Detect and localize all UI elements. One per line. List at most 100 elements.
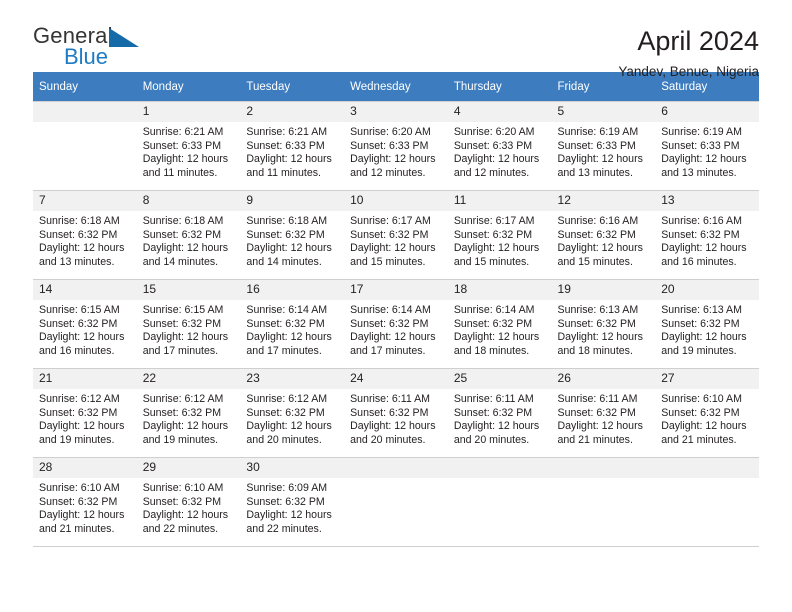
day-info: Sunrise: 6:16 AM Sunset: 6:32 PM Daylight:… [655, 211, 759, 269]
daylight-text-line1: Daylight: 12 hours [453, 153, 540, 166]
general-blue-logo[interactable]: General Blue [33, 25, 153, 71]
sunrise-text: Sunrise: 6:18 AM [246, 215, 328, 227]
calendar-day-cell[interactable]: 9 Sunrise: 6:18 AM Sunset: 6:32 PM Daylight… [240, 190, 345, 280]
daylight-text-line2: and 17 minutes. [350, 344, 426, 357]
daylight-text-line2: and 20 minutes. [350, 433, 426, 446]
day-number: 2 [240, 102, 345, 122]
calendar-day-cell[interactable]: 26 Sunrise: 6:11 AM Sunset: 6:32 PM Dayligh… [551, 368, 656, 458]
daylight-text-line2: and 13 minutes. [557, 166, 633, 179]
sunset-text: Sunset: 6:32 PM [142, 228, 222, 241]
sunset-text: Sunset: 6:32 PM [557, 317, 636, 330]
day-number: 17 [344, 280, 448, 300]
day-info: Sunrise: 6:21 AM Sunset: 6:33 PM Daylight:… [137, 122, 241, 180]
sunset-text: Sunset: 6:33 PM [661, 139, 740, 152]
day-info: Sunrise: 6:13 AM Sunset: 6:32 PM Daylight:… [552, 300, 656, 358]
daylight-text-line1: Daylight: 12 hours [246, 242, 332, 255]
sunrise-text: Sunrise: 6:18 AM [142, 215, 224, 227]
day-number: 28 [33, 458, 137, 478]
calendar-day-cell[interactable]: 8 Sunrise: 6:18 AM Sunset: 6:32 PM Daylight… [136, 190, 241, 280]
calendar-day-cell[interactable]: 28 Sunrise: 6:10 AM Sunset: 6:32 PM Dayligh… [33, 457, 137, 546]
day-info: Sunrise: 6:17 AM Sunset: 6:32 PM Daylight:… [344, 211, 448, 269]
calendar-day-cell[interactable]: 10 Sunrise: 6:17 AM Sunset: 6:32 PM Dayligh… [344, 190, 448, 280]
day-info: Sunrise: 6:11 AM Sunset: 6:32 PM Daylight:… [448, 389, 552, 447]
calendar-day-cell[interactable]: 17 Sunrise: 6:14 AM Sunset: 6:32 PM Dayligh… [344, 279, 448, 369]
sunrise-text: Sunrise: 6:11 AM [350, 393, 430, 405]
sunset-text: Sunset: 6:32 PM [453, 406, 533, 419]
calendar-day-cell[interactable]: 19 Sunrise: 6:13 AM Sunset: 6:32 PM Dayligh… [551, 279, 656, 369]
calendar-day-cell[interactable]: 11 Sunrise: 6:17 AM Sunset: 6:32 PM Dayligh… [447, 190, 552, 280]
sunrise-text: Sunrise: 6:16 AM [557, 215, 639, 227]
calendar-day-cell[interactable]: 23 Sunrise: 6:12 AM Sunset: 6:32 PM Dayligh… [240, 368, 345, 458]
sunrise-text: Sunrise: 6:13 AM [661, 304, 742, 316]
calendar-day-cell[interactable]: 20 Sunrise: 6:13 AM Sunset: 6:32 PM Dayligh… [655, 279, 759, 369]
daylight-text-line2: and 12 minutes. [350, 166, 426, 179]
daylight-text-line1: Daylight: 12 hours [453, 420, 540, 433]
calendar-day-cell[interactable]: 18 Sunrise: 6:14 AM Sunset: 6:32 PM Dayligh… [447, 279, 552, 369]
calendar-day-cell[interactable]: 25 Sunrise: 6:11 AM Sunset: 6:32 PM Dayligh… [447, 368, 552, 458]
sunrise-text: Sunrise: 6:20 AM [453, 126, 535, 138]
calendar-day-cell[interactable]: 29 Sunrise: 6:10 AM Sunset: 6:32 PM Dayligh… [136, 457, 241, 546]
day-number: 18 [447, 280, 552, 300]
sunrise-text: Sunrise: 6:13 AM [557, 304, 639, 316]
calendar-day-cell[interactable]: 15 Sunrise: 6:15 AM Sunset: 6:32 PM Dayligh… [136, 279, 241, 369]
calendar-day-cell[interactable]: 5 Sunrise: 6:19 AM Sunset: 6:33 PM Daylight… [551, 101, 656, 191]
calendar-day-cell[interactable]: 3 Sunrise: 6:20 AM Sunset: 6:33 PM Daylight… [344, 101, 448, 191]
calendar-day-cell[interactable]: 27 Sunrise: 6:10 AM Sunset: 6:32 PM Dayligh… [655, 368, 759, 458]
daylight-text-line1: Daylight: 12 hours [453, 242, 540, 255]
daylight-text-line1: Daylight: 12 hours [350, 420, 436, 433]
daylight-text-line2: and 20 minutes. [453, 433, 530, 446]
calendar-day-cell[interactable]: 22 Sunrise: 6:12 AM Sunset: 6:32 PM Dayligh… [136, 368, 241, 458]
daylight-text-line2: and 22 minutes. [246, 522, 322, 535]
day-info: Sunrise: 6:12 AM Sunset: 6:32 PM Daylight:… [33, 389, 137, 447]
day-number: 15 [136, 280, 241, 300]
calendar-day-cell[interactable]: 7 Sunrise: 6:18 AM Sunset: 6:32 PM Daylight… [33, 190, 137, 280]
calendar-bottom-rule [33, 546, 759, 547]
calendar-day-cell[interactable]: 21 Sunrise: 6:12 AM Sunset: 6:32 PM Dayligh… [33, 368, 137, 458]
day-number [33, 102, 137, 122]
calendar-week-row: 21 Sunrise: 6:12 AM Sunset: 6:32 PM Dayligh… [33, 368, 759, 458]
day-info: Sunrise: 6:13 AM Sunset: 6:32 PM Daylight:… [655, 300, 759, 358]
daylight-text-line1: Daylight: 12 hours [39, 331, 125, 344]
calendar-day-cell[interactable]: 16 Sunrise: 6:14 AM Sunset: 6:32 PM Dayligh… [240, 279, 345, 369]
sunset-text: Sunset: 6:32 PM [350, 317, 429, 330]
calendar-day-cell[interactable]: 2 Sunrise: 6:21 AM Sunset: 6:33 PM Daylight… [240, 101, 345, 191]
calendar-day-cell[interactable]: 24 Sunrise: 6:11 AM Sunset: 6:32 PM Dayligh… [344, 368, 448, 458]
sunrise-text: Sunrise: 6:19 AM [661, 126, 742, 138]
day-number [447, 458, 552, 478]
daylight-text-line2: and 21 minutes. [557, 433, 633, 446]
daylight-text-line1: Daylight: 12 hours [661, 242, 747, 255]
day-number: 26 [551, 369, 656, 389]
calendar-day-cell[interactable]: 4 Sunrise: 6:20 AM Sunset: 6:33 PM Daylight… [447, 101, 552, 191]
sunset-text: Sunset: 6:32 PM [39, 317, 118, 330]
sunrise-text: Sunrise: 6:21 AM [246, 126, 328, 138]
calendar-day-cell[interactable]: 30 Sunrise: 6:09 AM Sunset: 6:32 PM Dayligh… [240, 457, 345, 546]
weekday-header-tuesday: Tuesday [240, 72, 345, 102]
day-info: Sunrise: 6:12 AM Sunset: 6:32 PM Daylight:… [240, 389, 344, 447]
sunrise-text: Sunrise: 6:17 AM [453, 215, 535, 227]
day-info: Sunrise: 6:11 AM Sunset: 6:32 PM Daylight:… [344, 389, 448, 447]
sunset-text: Sunset: 6:32 PM [557, 228, 636, 241]
sunset-text: Sunset: 6:33 PM [246, 139, 325, 152]
sunrise-text: Sunrise: 6:14 AM [453, 304, 535, 316]
logo-triangle-icon [109, 28, 139, 47]
calendar-week-row: 1 Sunrise: 6:21 AM Sunset: 6:33 PM Daylight… [33, 101, 759, 191]
sunrise-text: Sunrise: 6:10 AM [142, 482, 224, 494]
daylight-text-line1: Daylight: 12 hours [142, 509, 229, 522]
daylight-text-line1: Daylight: 12 hours [661, 420, 747, 433]
calendar-day-cell[interactable]: 6 Sunrise: 6:19 AM Sunset: 6:33 PM Daylight… [655, 101, 759, 191]
daylight-text-line2: and 14 minutes. [246, 255, 322, 268]
calendar-day-cell[interactable]: 1 Sunrise: 6:21 AM Sunset: 6:33 PM Daylight… [136, 101, 241, 191]
sunset-text: Sunset: 6:32 PM [142, 317, 222, 330]
calendar-day-cell[interactable]: 12 Sunrise: 6:16 AM Sunset: 6:32 PM Dayligh… [551, 190, 656, 280]
day-info: Sunrise: 6:20 AM Sunset: 6:33 PM Daylight:… [448, 122, 552, 180]
weekday-header-monday: Monday [136, 72, 241, 102]
calendar-day-cell[interactable]: 14 Sunrise: 6:15 AM Sunset: 6:32 PM Dayligh… [33, 279, 137, 369]
sunrise-text: Sunrise: 6:12 AM [246, 393, 328, 405]
day-number: 5 [551, 102, 656, 122]
calendar-day-cell[interactable]: 13 Sunrise: 6:16 AM Sunset: 6:32 PM Dayligh… [655, 190, 759, 280]
daylight-text-line2: and 21 minutes. [39, 522, 115, 535]
sunrise-text: Sunrise: 6:10 AM [661, 393, 742, 405]
day-number: 11 [447, 191, 552, 211]
day-info: Sunrise: 6:11 AM Sunset: 6:32 PM Daylight:… [552, 389, 656, 447]
day-info: Sunrise: 6:12 AM Sunset: 6:32 PM Daylight:… [137, 389, 241, 447]
